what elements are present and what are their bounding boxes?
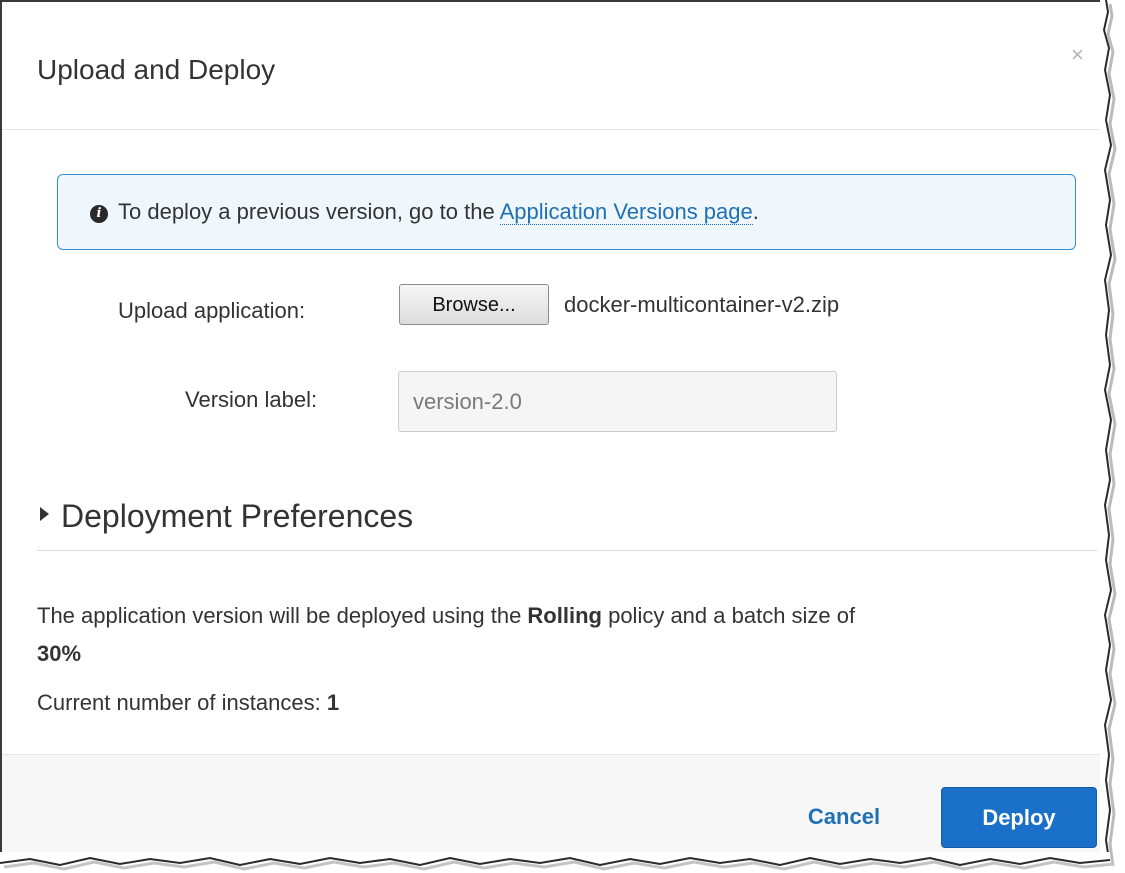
deployment-policy-text: The application version will be deployed… <box>37 597 1102 673</box>
section-divider <box>37 550 1097 551</box>
dialog-title: Upload and Deploy <box>37 54 276 85</box>
upload-deploy-dialog: Upload and Deploy × i To deploy a previou… <box>0 0 1106 862</box>
info-alert: i To deploy a previous version, go to the… <box>57 174 1076 250</box>
torn-edge-right <box>1100 0 1117 867</box>
cancel-button[interactable]: Cancel <box>784 787 904 847</box>
dialog-header: Upload and Deploy × <box>2 2 1106 130</box>
caret-right-icon <box>40 507 49 521</box>
instances-label: Current number of instances: <box>37 690 327 715</box>
application-versions-link[interactable]: Application Versions page <box>499 199 753 225</box>
info-icon: i <box>90 205 108 223</box>
browse-button[interactable]: Browse... <box>399 284 549 325</box>
policy-name: Rolling <box>527 603 602 628</box>
torn-edge-bottom <box>0 852 1115 871</box>
version-label-input[interactable] <box>398 371 837 432</box>
close-icon[interactable]: × <box>1071 44 1084 66</box>
selected-file-name: docker-multicontainer-v2.zip <box>564 292 840 317</box>
deploy-button[interactable]: Deploy <box>941 787 1097 848</box>
batch-size: 30% <box>37 641 82 666</box>
info-text: To deploy a previous version, go to the <box>118 199 500 224</box>
instances-count-text: Current number of instances: 1 <box>37 690 339 716</box>
policy-prefix: The application version will be deployed… <box>37 603 528 628</box>
instances-count: 1 <box>326 690 340 715</box>
info-suffix: . <box>752 199 759 224</box>
version-label-label: Version label: <box>185 387 318 412</box>
upload-application-label: Upload application: <box>118 298 306 323</box>
policy-middle: policy and a batch size of <box>601 603 856 628</box>
deployment-preferences-label: Deployment Preferences <box>61 498 414 534</box>
deployment-preferences-toggle[interactable]: Deployment Preferences <box>40 498 413 535</box>
info-message: i To deploy a previous version, go to the… <box>90 199 759 225</box>
